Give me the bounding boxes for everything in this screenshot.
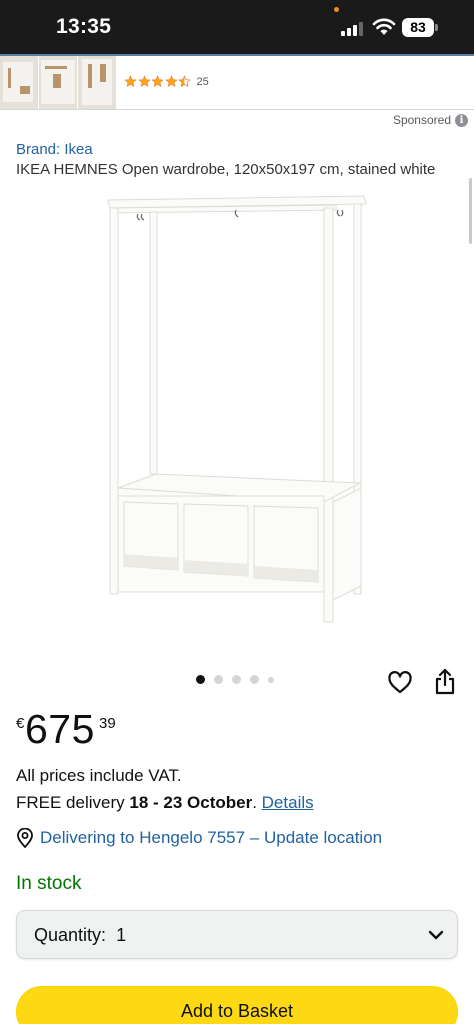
image-carousel-indicator[interactable]: [196, 675, 283, 684]
share-icon[interactable]: [433, 668, 457, 696]
quantity-select[interactable]: Quantity: 1: [16, 910, 458, 959]
sponsored-text: Sponsored: [392, 113, 451, 127]
battery-level: 83: [402, 18, 434, 37]
star-icon: [151, 75, 164, 87]
star-icon: [164, 75, 178, 87]
price-fraction: 39: [99, 715, 116, 732]
delivery-details-link[interactable]: Details: [262, 793, 314, 812]
star-icon: [124, 75, 137, 87]
privacy-indicator-icon: [334, 7, 339, 12]
scrollbar[interactable]: [469, 178, 472, 244]
carousel-dot[interactable]: [268, 676, 274, 683]
product-thumbnail[interactable]: [39, 56, 78, 109]
signal-icon: [341, 20, 365, 36]
carousel-dot[interactable]: [250, 675, 259, 684]
rating-count: 25: [196, 75, 209, 88]
delivery-suffix: .: [252, 793, 262, 812]
product-thumbnail[interactable]: [78, 56, 117, 109]
stock-status: In stock: [16, 873, 82, 894]
previous-product-strip[interactable]: 25: [0, 56, 474, 110]
carousel-dot[interactable]: [214, 675, 223, 684]
location-pin-icon: [17, 828, 33, 848]
sponsored-label[interactable]: Sponsored i: [393, 113, 468, 127]
delivery-dates: 18 - 23 October: [129, 793, 253, 812]
product-image[interactable]: [100, 190, 372, 630]
product-thumbnails[interactable]: [0, 56, 118, 109]
product-thumbnail[interactable]: [0, 56, 39, 109]
quantity-label: Quantity: 1: [34, 925, 127, 945]
quantity-value: 1: [116, 925, 127, 945]
wifi-icon: [372, 18, 396, 35]
status-time: 13:35: [56, 15, 112, 38]
delivery-info: FREE delivery 18 - 23 October. Details: [16, 793, 314, 813]
price-currency: €: [16, 715, 25, 732]
rating-stars: [124, 75, 192, 88]
delivery-location-link[interactable]: Delivering to Hengelo 7557 – Update loca…: [16, 828, 382, 848]
half-star-icon: [178, 75, 191, 87]
vat-notice: All prices include VAT.: [16, 766, 182, 785]
star-icon: [137, 75, 151, 87]
status-bar: 13:35 83: [0, 0, 474, 54]
carousel-dot[interactable]: [232, 675, 241, 684]
delivery-prefix: FREE delivery: [16, 793, 130, 812]
price-whole: 675: [25, 706, 95, 752]
brand-link[interactable]: Brand: Ikea: [16, 141, 93, 158]
product-rating[interactable]: 25: [124, 75, 209, 88]
add-to-basket-button[interactable]: Add to Basket: [16, 986, 458, 1024]
info-icon[interactable]: i: [455, 113, 468, 127]
location-text: Delivering to Hengelo 7557 – Update loca…: [40, 828, 383, 847]
chevron-down-icon: [428, 930, 444, 940]
battery-icon: 83: [402, 18, 438, 37]
product-title: IKEA HEMNES Open wardrobe, 120x50x197 cm…: [16, 161, 436, 178]
heart-icon[interactable]: [387, 670, 413, 696]
carousel-dot[interactable]: [196, 675, 205, 684]
